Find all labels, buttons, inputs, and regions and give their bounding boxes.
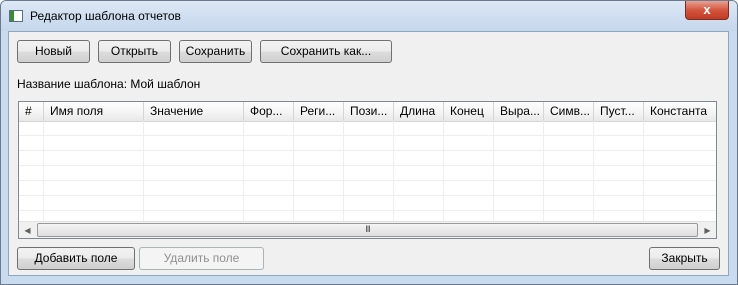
template-name-label: Название шаблона: Мой шаблон [17, 77, 201, 91]
add-field-button[interactable]: Добавить поле [17, 247, 135, 270]
delete-field-button[interactable]: Удалить поле [139, 247, 264, 270]
close-window-button[interactable]: x [685, 1, 729, 20]
horizontal-scrollbar[interactable]: ◀ III ▶ [19, 221, 716, 238]
save-as-button[interactable]: Сохранить как... [260, 40, 392, 63]
column-divider [243, 121, 244, 221]
column-header-length[interactable]: Длина [394, 102, 444, 121]
column-divider [343, 121, 344, 221]
column-divider [443, 121, 444, 221]
table-header: # Имя поля Значение Фор... Реги... Пози.… [19, 102, 716, 122]
scroll-left-arrow-icon[interactable]: ◀ [19, 222, 36, 238]
column-divider [393, 121, 394, 221]
column-header-number[interactable]: # [19, 102, 44, 121]
table-row [19, 151, 716, 166]
fields-table[interactable]: # Имя поля Значение Фор... Реги... Пози.… [18, 101, 717, 239]
column-header-register[interactable]: Реги... [294, 102, 344, 121]
column-header-alignment[interactable]: Выра... [494, 102, 544, 121]
column-header-position[interactable]: Пози... [344, 102, 394, 121]
report-template-editor-window: Редактор шаблона отчетов x Новый Открыть… [0, 0, 738, 285]
column-header-format[interactable]: Фор... [244, 102, 294, 121]
table-row [19, 136, 716, 151]
column-divider [43, 121, 44, 221]
column-divider [593, 121, 594, 221]
open-button[interactable]: Открыть [98, 40, 171, 63]
column-header-field-name[interactable]: Имя поля [44, 102, 144, 121]
column-header-constant[interactable]: Константа [644, 102, 716, 121]
column-header-end[interactable]: Конец [444, 102, 494, 121]
table-row [19, 196, 716, 211]
window-title: Редактор шаблона отчетов [30, 9, 181, 23]
column-divider [143, 121, 144, 221]
table-row [19, 181, 716, 196]
scroll-right-arrow-icon[interactable]: ▶ [699, 222, 716, 238]
close-icon: x [703, 2, 711, 17]
grip-icon: III [365, 224, 370, 234]
close-button[interactable]: Закрыть [649, 247, 720, 270]
column-divider [543, 121, 544, 221]
table-row [19, 121, 716, 136]
client-area: Новый Открыть Сохранить Сохранить как...… [8, 31, 729, 276]
column-header-value[interactable]: Значение [144, 102, 244, 121]
column-divider [643, 121, 644, 221]
column-header-symbol[interactable]: Симв... [544, 102, 594, 121]
form-window-icon [9, 10, 23, 22]
table-row [19, 166, 716, 181]
save-button[interactable]: Сохранить [179, 40, 252, 63]
column-divider [293, 121, 294, 221]
title-bar[interactable]: Редактор шаблона отчетов x [1, 1, 737, 31]
column-header-empty[interactable]: Пуст... [594, 102, 644, 121]
column-divider [493, 121, 494, 221]
scrollbar-thumb[interactable]: III [37, 223, 698, 237]
new-button[interactable]: Новый [17, 40, 90, 63]
